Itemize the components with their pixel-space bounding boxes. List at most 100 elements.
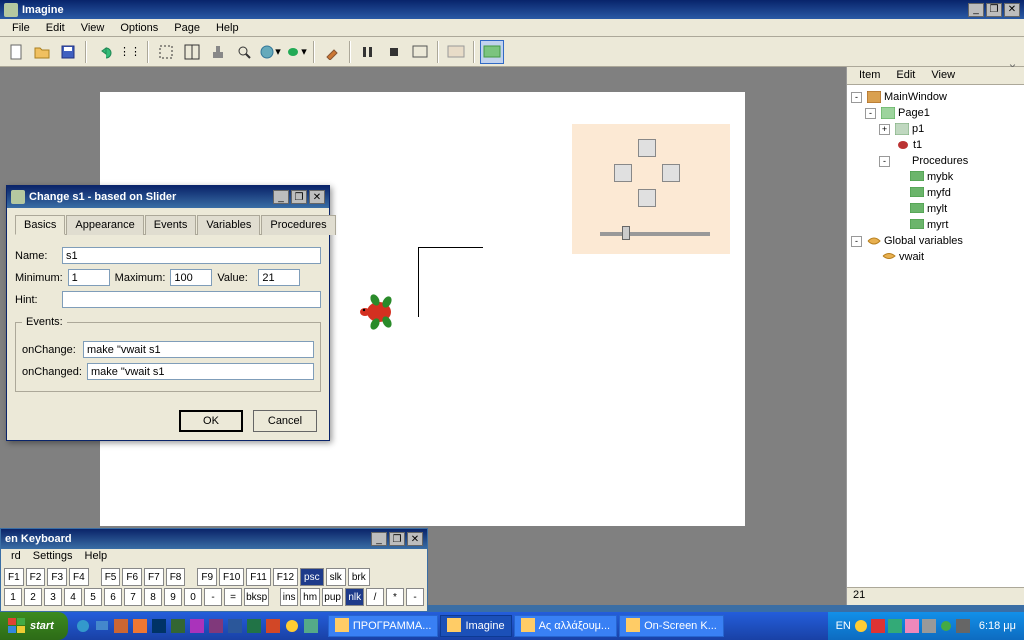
menu-file[interactable]: File xyxy=(4,20,38,36)
key-F11[interactable]: F11 xyxy=(246,568,271,586)
key-=[interactable]: = xyxy=(224,588,242,606)
step-button[interactable] xyxy=(408,40,432,64)
hint-input[interactable] xyxy=(62,291,321,308)
key-F2[interactable]: F2 xyxy=(26,568,46,586)
sidemenu-edit[interactable]: Edit xyxy=(888,67,923,84)
new-button[interactable] xyxy=(4,40,28,64)
tab-appearance[interactable]: Appearance xyxy=(66,215,143,235)
tree-expand-icon[interactable]: + xyxy=(879,124,890,135)
value-input[interactable] xyxy=(258,269,300,286)
slider-s1[interactable] xyxy=(600,232,710,236)
key-brk[interactable]: brk xyxy=(348,568,370,586)
ql-desktop-icon[interactable] xyxy=(93,616,111,636)
osk-menu-rd[interactable]: rd xyxy=(5,549,27,565)
tree-mainwindow[interactable]: MainWindow xyxy=(884,91,947,103)
sidemenu-item[interactable]: Item xyxy=(851,67,888,84)
ql-ie-icon[interactable] xyxy=(74,616,92,636)
tree-p1[interactable]: p1 xyxy=(912,123,924,135)
maximize-button[interactable]: ❐ xyxy=(986,3,1002,17)
ql-excel-icon[interactable] xyxy=(245,616,263,636)
globe-button[interactable]: ▾ xyxy=(258,40,282,64)
select-button[interactable] xyxy=(154,40,178,64)
taskbar-item[interactable]: On-Screen K... xyxy=(619,615,724,637)
cancel-button[interactable]: Cancel xyxy=(253,410,317,432)
ql-app-icon[interactable] xyxy=(283,616,301,636)
tab-procedures[interactable]: Procedures xyxy=(261,215,335,235)
lang-indicator[interactable]: EN xyxy=(836,620,851,632)
key-4[interactable]: 4 xyxy=(64,588,82,606)
menu-view[interactable]: View xyxy=(73,20,113,36)
pad-right-button[interactable] xyxy=(662,164,680,182)
toolbar-misc-icon[interactable]: ⋮⋮ xyxy=(118,40,142,64)
tray-icon[interactable] xyxy=(922,619,936,633)
key-nlk[interactable]: nlk xyxy=(345,588,364,606)
tray-icon[interactable] xyxy=(956,619,970,633)
key-pup[interactable]: pup xyxy=(322,588,344,606)
key-F8[interactable]: F8 xyxy=(166,568,186,586)
tree-collapse-icon[interactable]: - xyxy=(851,236,862,247)
turtle-tool-button[interactable]: ▾ xyxy=(284,40,308,64)
osk-minimize-button[interactable]: _ xyxy=(371,532,387,546)
slider-thumb[interactable] xyxy=(622,226,630,240)
key--[interactable]: - xyxy=(204,588,222,606)
key-*[interactable]: * xyxy=(386,588,404,606)
ql-word-icon[interactable] xyxy=(226,616,244,636)
ql-app-icon[interactable] xyxy=(169,616,187,636)
brush-button[interactable] xyxy=(320,40,344,64)
tray-icon[interactable] xyxy=(854,619,868,633)
tray-icon[interactable] xyxy=(939,619,953,633)
pad-up-button[interactable] xyxy=(638,139,656,157)
ql-onenote-icon[interactable] xyxy=(207,616,225,636)
taskbar-item[interactable]: ΠΡΟΓΡΑΜΜΑ... xyxy=(328,615,439,637)
menu-edit[interactable]: Edit xyxy=(38,20,73,36)
tray-icon[interactable] xyxy=(905,619,919,633)
key-/[interactable]: / xyxy=(366,588,384,606)
tree-myfd[interactable]: myfd xyxy=(927,187,951,199)
key-8[interactable]: 8 xyxy=(144,588,162,606)
ql-ppt-icon[interactable] xyxy=(264,616,282,636)
key-ins[interactable]: ins xyxy=(280,588,299,606)
tree-mybk[interactable]: mybk xyxy=(927,171,953,183)
key-F12[interactable]: F12 xyxy=(273,568,298,586)
key-9[interactable]: 9 xyxy=(164,588,182,606)
dialog-maximize-button[interactable]: ❐ xyxy=(291,190,307,204)
pad-down-button[interactable] xyxy=(638,189,656,207)
key-F7[interactable]: F7 xyxy=(144,568,164,586)
tab-variables[interactable]: Variables xyxy=(197,215,260,235)
onchanged-input[interactable] xyxy=(87,363,314,380)
magnify-button[interactable] xyxy=(232,40,256,64)
tree-vwait[interactable]: vwait xyxy=(899,251,924,263)
layout-button[interactable] xyxy=(180,40,204,64)
tree-collapse-icon[interactable]: - xyxy=(879,156,890,167)
ql-app-icon[interactable] xyxy=(131,616,149,636)
key-6[interactable]: 6 xyxy=(104,588,122,606)
close-button[interactable]: ✕ xyxy=(1004,3,1020,17)
osk-menu-settings[interactable]: Settings xyxy=(27,549,79,565)
stamp-button[interactable] xyxy=(206,40,230,64)
key-bksp[interactable]: bksp xyxy=(244,588,269,606)
taskbar-item[interactable]: Imagine xyxy=(440,615,511,637)
key-0[interactable]: 0 xyxy=(184,588,202,606)
onchange-input[interactable] xyxy=(83,341,314,358)
min-input[interactable] xyxy=(68,269,110,286)
tray-icon[interactable] xyxy=(888,619,902,633)
key-F10[interactable]: F10 xyxy=(219,568,244,586)
undo-button[interactable] xyxy=(92,40,116,64)
clock[interactable]: 6:18 μμ xyxy=(979,620,1016,632)
max-input[interactable] xyxy=(170,269,212,286)
key-F5[interactable]: F5 xyxy=(101,568,121,586)
ql-app-icon[interactable] xyxy=(112,616,130,636)
stop-button[interactable] xyxy=(382,40,406,64)
pad-left-button[interactable] xyxy=(614,164,632,182)
key-F3[interactable]: F3 xyxy=(47,568,67,586)
name-input[interactable] xyxy=(62,247,321,264)
object-tree[interactable]: -MainWindow -Page1 +p1 t1 -Procedures my… xyxy=(847,85,1024,587)
key-2[interactable]: 2 xyxy=(24,588,42,606)
tab-events[interactable]: Events xyxy=(145,215,197,235)
key-7[interactable]: 7 xyxy=(124,588,142,606)
tree-globals[interactable]: Global variables xyxy=(884,235,963,247)
ql-app-icon[interactable] xyxy=(188,616,206,636)
key-hm[interactable]: hm xyxy=(300,588,319,606)
board-button[interactable] xyxy=(480,40,504,64)
key-psc[interactable]: psc xyxy=(300,568,324,586)
